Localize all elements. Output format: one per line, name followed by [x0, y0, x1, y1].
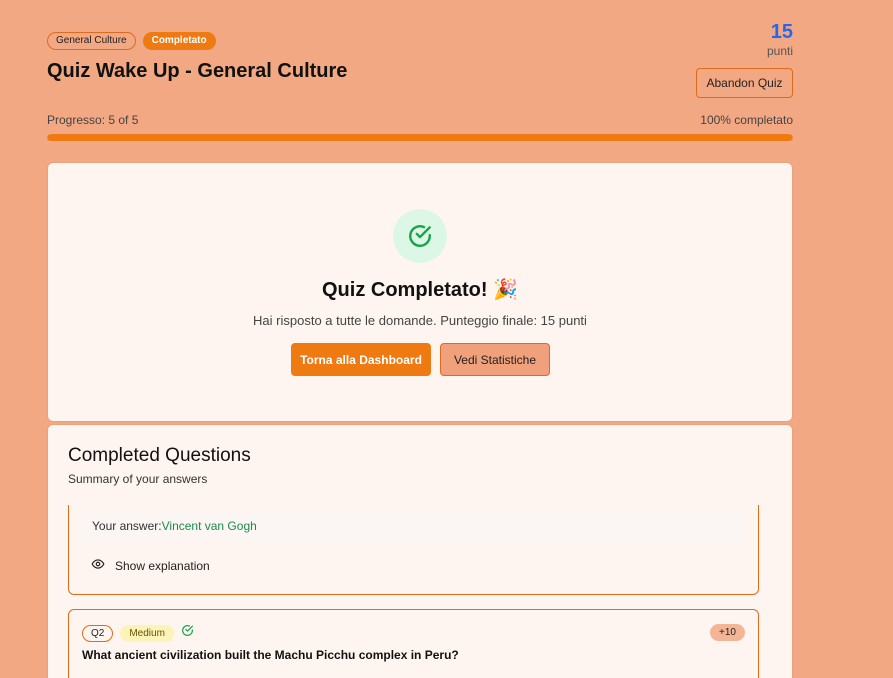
- status-badge: Completato: [142, 32, 216, 50]
- points-badge: +10: [710, 624, 745, 641]
- your-answer-value: Vincent van Gogh: [161, 519, 257, 533]
- page-title: Quiz Wake Up - General Culture: [47, 60, 348, 82]
- progress-percent-label: 100% completato: [700, 113, 793, 127]
- question-item: Q2 Medium +10 What ancient civilization …: [68, 609, 759, 678]
- question-number-badge: Q2: [82, 624, 114, 642]
- your-answer-box: Your answer:Vincent van Gogh: [81, 511, 746, 541]
- completion-title: Quiz Completato! 🎉: [321, 279, 518, 301]
- score-value: 15: [770, 21, 793, 43]
- your-answer-label: Your answer:: [92, 519, 162, 533]
- completion-subtitle: Hai risposto a tutte le domande. Puntegg…: [253, 313, 587, 328]
- completion-card: Quiz Completato! 🎉 Hai risposto a tutte …: [47, 162, 793, 422]
- completed-questions-card: Completed Questions Summary of your answ…: [47, 424, 793, 678]
- completed-questions-title: Completed Questions: [68, 445, 251, 466]
- difficulty-badge: Medium: [120, 624, 174, 642]
- progress-label: Progresso: 5 of 5: [47, 113, 139, 127]
- progress-bar: [47, 134, 793, 141]
- category-badge: General Culture: [47, 32, 136, 50]
- quiz-header: General Culture Completato Quiz Wake Up …: [47, 21, 793, 98]
- score-label: punti: [766, 44, 793, 58]
- abandon-quiz-button[interactable]: Abandon Quiz: [696, 68, 793, 98]
- show-explanation-toggle[interactable]: Show explanation: [91, 557, 210, 574]
- show-explanation-label: Show explanation: [115, 558, 210, 573]
- eye-icon: [91, 557, 105, 574]
- question-meta: Q2 Medium: [82, 624, 194, 642]
- view-statistics-button[interactable]: Vedi Statistiche: [440, 343, 550, 376]
- completed-questions-subtitle: Summary of your answers: [68, 472, 208, 486]
- progress-bar-fill: [47, 134, 793, 141]
- check-circle-icon: [393, 209, 447, 263]
- question-item: Your answer:Vincent van Gogh Show explan…: [68, 505, 759, 595]
- score-display: 15 punti: [767, 20, 793, 58]
- check-circle-small-icon: [181, 624, 194, 642]
- back-to-dashboard-button[interactable]: Torna alla Dashboard: [291, 343, 431, 376]
- badge-row: General Culture Completato: [47, 32, 793, 50]
- question-text: What ancient civilization built the Mach…: [82, 648, 459, 662]
